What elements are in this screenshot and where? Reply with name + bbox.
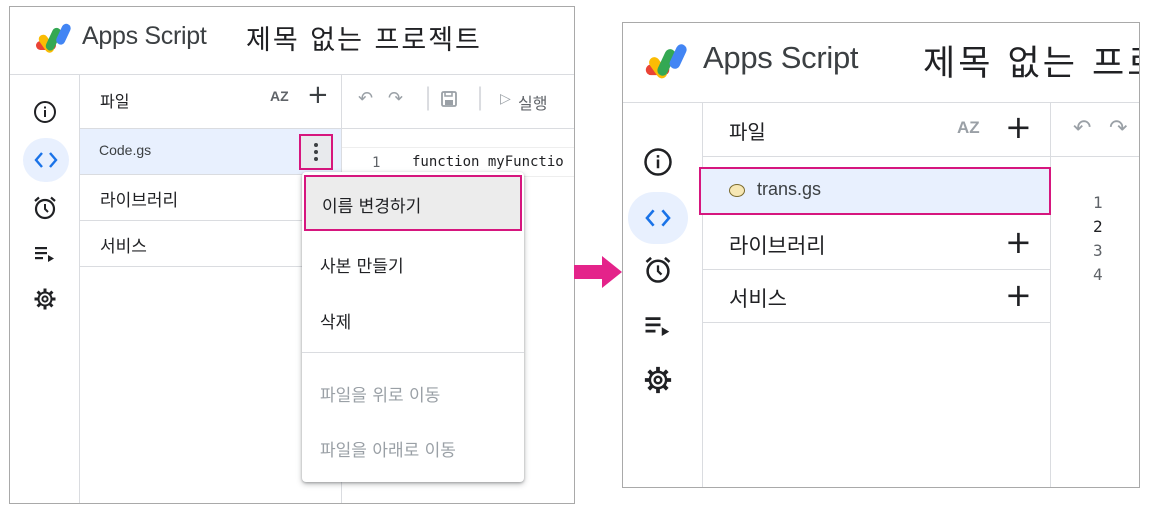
app-title: Apps Script (703, 40, 859, 75)
services-section[interactable]: 서비스 + (703, 271, 1050, 323)
undo-icon[interactable]: ↶ (358, 90, 373, 108)
files-header: 파일 AZ + (80, 75, 341, 129)
header: Apps Script 제목 없는 프로 (623, 23, 1139, 103)
side-rail (623, 103, 703, 487)
add-file-button[interactable]: + (1005, 111, 1032, 143)
files-label: 파일 (100, 92, 130, 111)
alarm-icon[interactable] (643, 255, 673, 285)
menu-item-move-down: 파일을 아래로 이동 (302, 419, 524, 475)
unsaved-dot-icon (729, 184, 745, 197)
file-context-menu: 이름 변경하기 사본 만들기 삭제 파일을 위로 이동 파일을 아래로 이동 (302, 172, 524, 482)
info-icon[interactable] (643, 147, 673, 177)
menu-item-delete[interactable]: 삭제 (302, 291, 524, 347)
apps-script-logo (645, 44, 687, 79)
file-name: trans.gs (757, 179, 822, 199)
kebab-dot (314, 143, 318, 147)
code-editor-icon[interactable] (628, 192, 688, 244)
services-label: 서비스 (100, 237, 147, 257)
menu-item-label: 파일을 아래로 이동 (320, 441, 456, 461)
menu-item-label: 삭제 (320, 313, 352, 333)
line-number: 1 (1093, 193, 1103, 212)
menu-item-move-up: 파일을 위로 이동 (302, 364, 524, 420)
toolbar-divider: | (424, 83, 433, 111)
gear-icon[interactable] (32, 286, 58, 312)
header: Apps Script 제목 없는 프로젝트 (10, 7, 574, 75)
files-panel: 파일 AZ + trans.gs 라이브러리 + 서비스 + (699, 103, 1051, 487)
menu-divider (302, 352, 524, 353)
arrow-right-icon (574, 256, 622, 288)
libraries-label: 라이브러리 (100, 191, 179, 211)
menu-item-label: 이름 변경하기 (322, 197, 422, 217)
add-library-button[interactable]: + (1005, 226, 1032, 258)
libraries-section[interactable]: 라이브러리 + (703, 218, 1050, 270)
menu-item-copy[interactable]: 사본 만들기 (302, 235, 524, 291)
gear-icon[interactable] (643, 365, 673, 395)
project-title[interactable]: 제목 없는 프로 (923, 35, 1139, 86)
kebab-dot (314, 150, 318, 154)
sort-az-icon[interactable]: AZ (270, 88, 289, 104)
file-name: Code.gs (99, 142, 152, 158)
run-button-label[interactable]: 실행 (518, 90, 547, 114)
app-title: Apps Script (82, 22, 207, 50)
libraries-label: 라이브러리 (729, 234, 826, 258)
before-screenshot-panel: Apps Script 제목 없는 프로젝트 파일 AZ + Code.gs 라… (9, 6, 575, 504)
run-icon[interactable]: ▷ (500, 92, 511, 106)
files-label: 파일 (729, 120, 766, 144)
files-header: 파일 AZ + (703, 103, 1050, 157)
more-options-button[interactable] (299, 134, 333, 170)
add-service-button[interactable]: + (1005, 279, 1032, 311)
redo-icon[interactable]: ↷ (1109, 118, 1127, 140)
file-item-trans[interactable]: trans.gs (699, 167, 1051, 215)
executions-icon[interactable] (643, 311, 673, 341)
undo-icon[interactable]: ↶ (1073, 118, 1091, 140)
code-editor-icon[interactable] (23, 138, 69, 182)
info-icon[interactable] (32, 99, 58, 125)
redo-icon[interactable]: ↷ (388, 90, 403, 108)
project-title[interactable]: 제목 없는 프로젝트 (246, 18, 482, 57)
line-number: 4 (1093, 265, 1103, 284)
sort-az-icon[interactable]: AZ (957, 118, 980, 138)
editor-toolbar: ↶ ↷ (1051, 103, 1139, 157)
menu-item-label: 파일을 위로 이동 (320, 386, 441, 406)
apps-script-logo (36, 23, 71, 53)
services-label: 서비스 (729, 287, 787, 311)
line-number: 3 (1093, 241, 1103, 260)
menu-item-rename[interactable]: 이름 변경하기 (304, 175, 522, 231)
editor-toolbar: ↶ ↷ | | ▷ 실행 (342, 75, 574, 129)
executions-icon[interactable] (32, 241, 58, 267)
toolbar-divider: | (476, 83, 485, 111)
after-screenshot-panel: Apps Script 제목 없는 프로 파일 AZ + trans.gs 라이… (622, 22, 1140, 488)
file-item-code[interactable]: Code.gs (80, 129, 341, 175)
line-number: 2 (1093, 217, 1103, 236)
editor-area: ↶ ↷ 1 2 3 4 (1051, 103, 1139, 487)
side-rail (10, 75, 80, 503)
add-file-button[interactable]: + (307, 82, 329, 108)
kebab-dot (314, 157, 318, 161)
save-icon[interactable] (440, 90, 458, 112)
line-number: 1 (372, 155, 381, 171)
alarm-icon[interactable] (32, 195, 58, 221)
menu-item-label: 사본 만들기 (320, 257, 404, 277)
code-text: function myFunctio (412, 154, 564, 170)
